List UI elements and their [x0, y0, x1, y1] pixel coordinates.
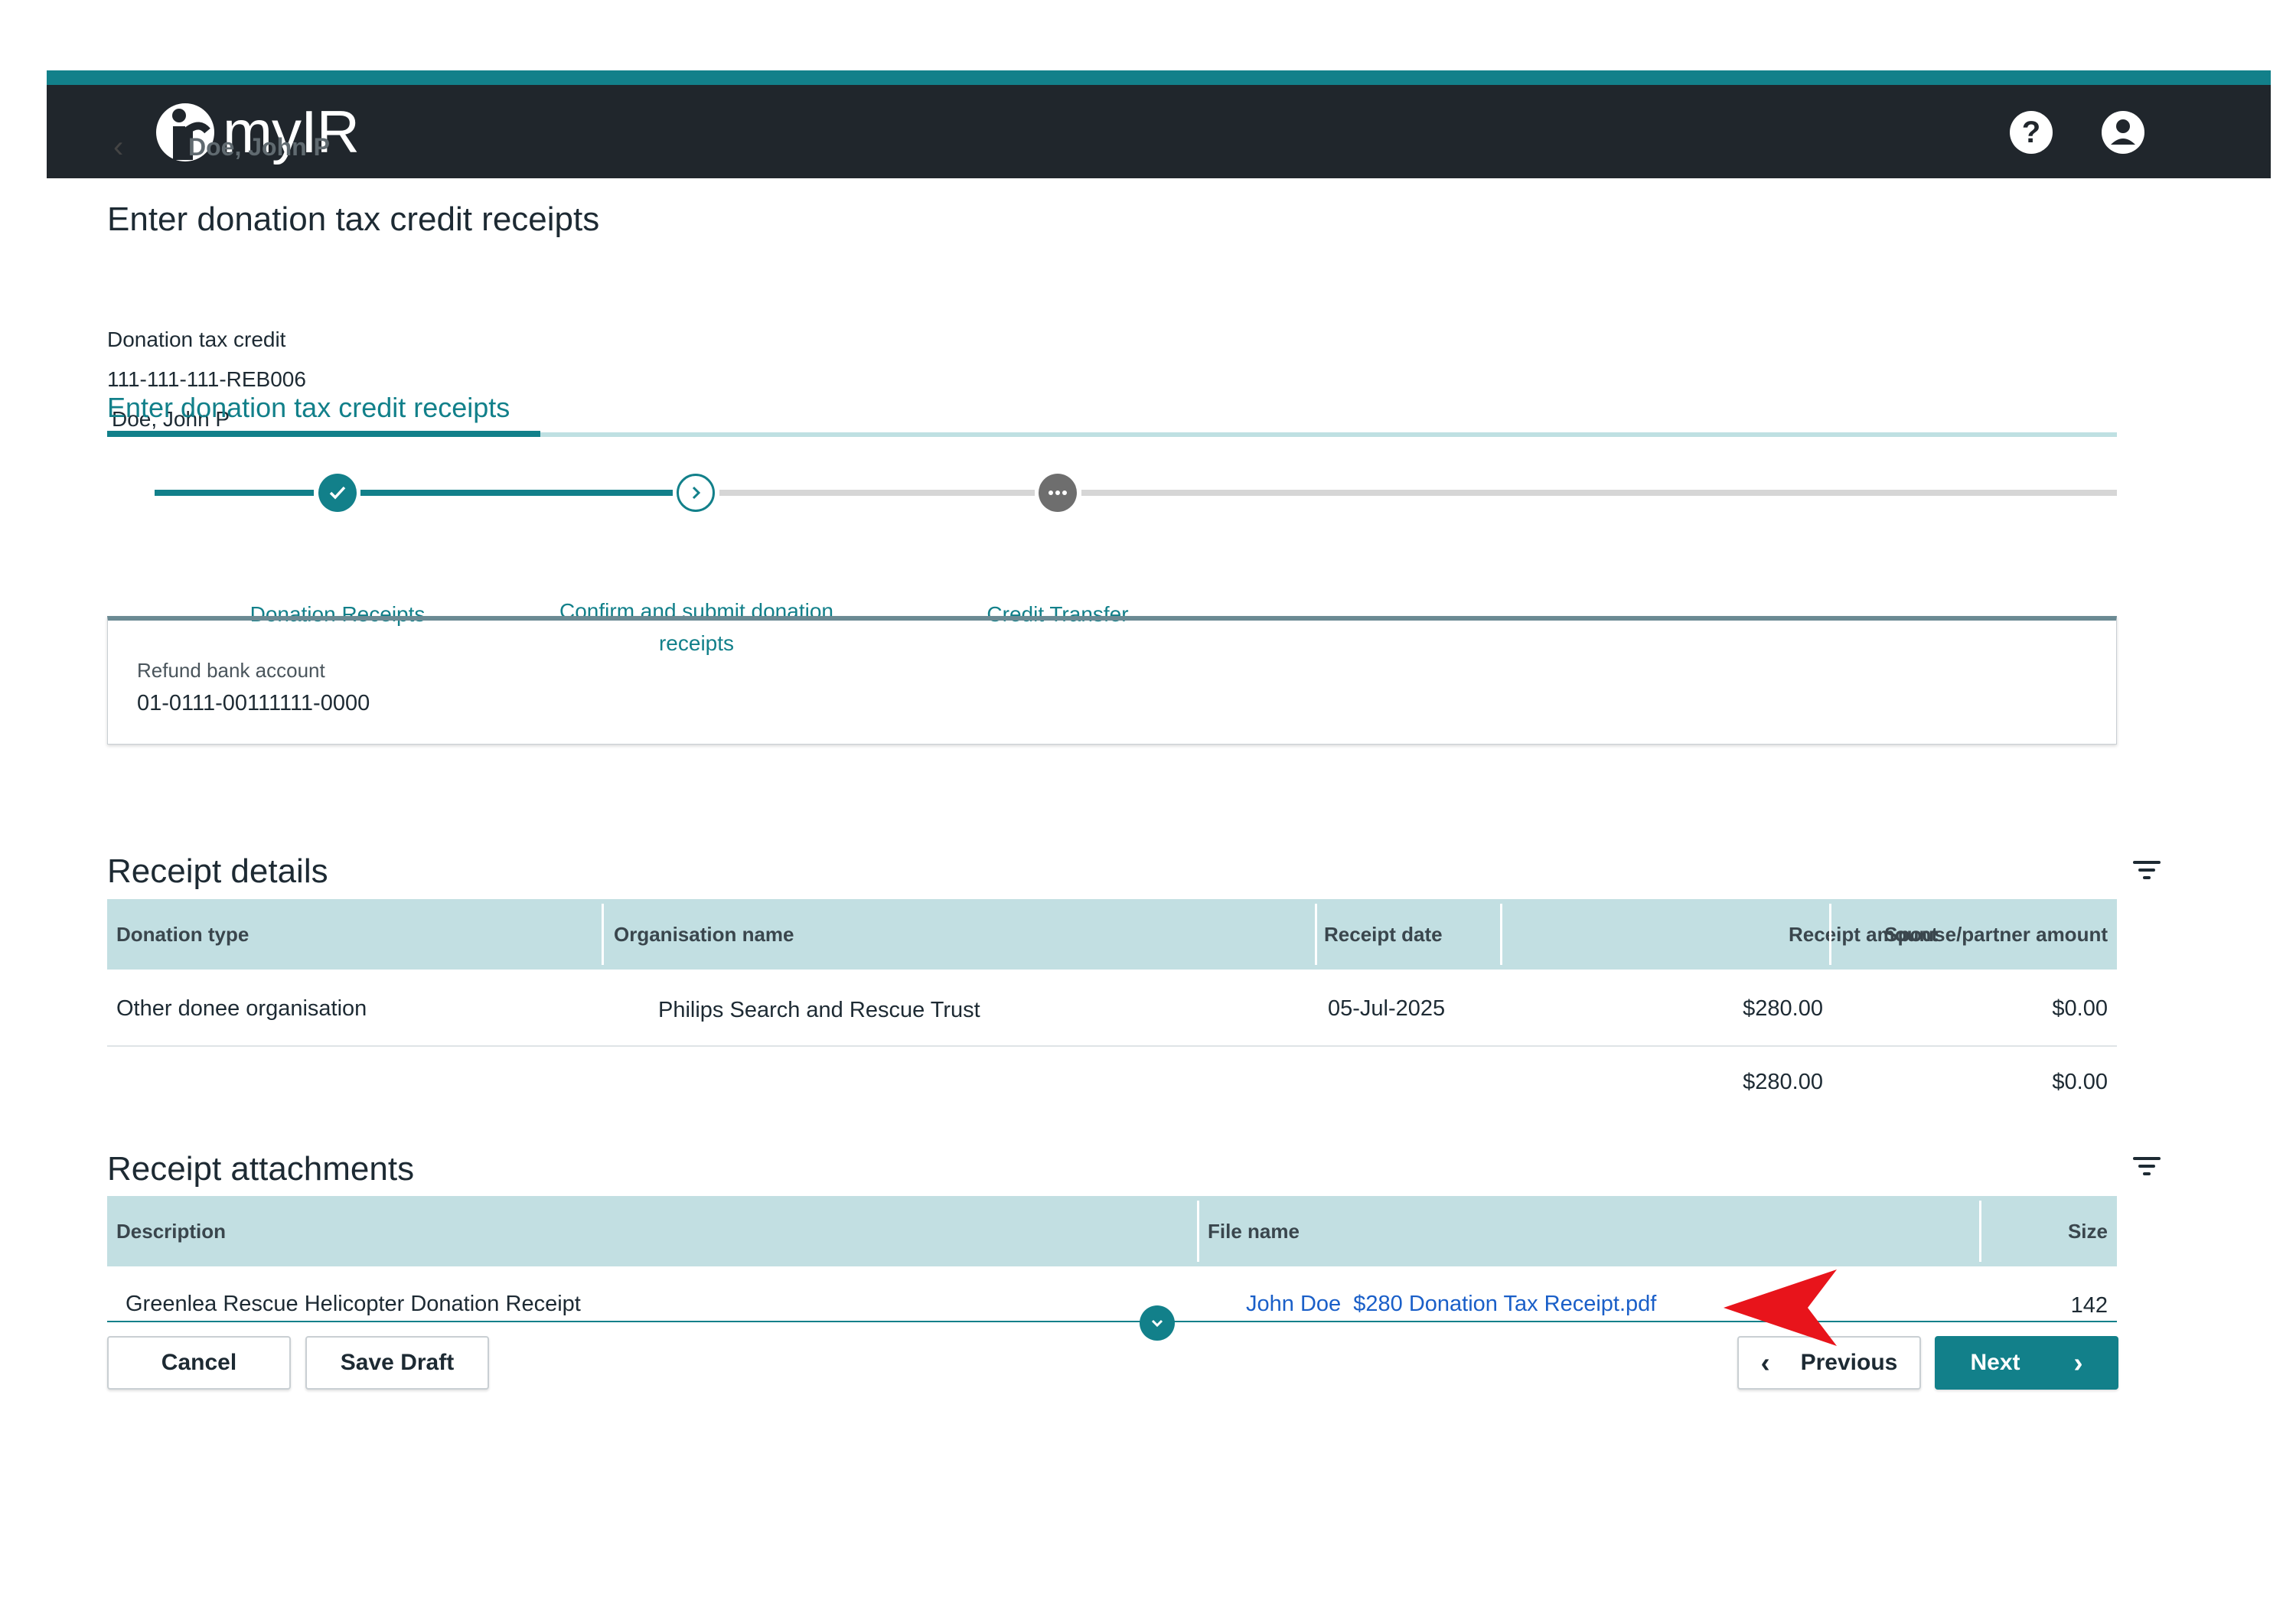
total-receipt-amount: $280.00 — [1743, 1070, 1823, 1094]
column-header-description[interactable]: Description — [116, 1196, 226, 1266]
page-reference: 111-111-111-REB006 — [107, 367, 306, 391]
header-accent-bar — [47, 70, 2271, 85]
column-header-size[interactable]: Size — [1990, 1196, 2108, 1266]
cell-organisation-name: Philips Search and Rescue Trust — [658, 998, 980, 1022]
refund-bank-value: 01-0111-00111111-0000 — [137, 691, 370, 715]
receipt-attachments-title: Receipt attachments — [107, 1150, 415, 1188]
more-horizontal-icon[interactable] — [1039, 474, 1077, 512]
cell-receipt-amount: $280.00 — [1743, 996, 1823, 1021]
column-header-donation-type[interactable]: Donation type — [116, 899, 249, 970]
column-header-organisation-name[interactable]: Organisation name — [614, 899, 794, 970]
check-icon[interactable] — [318, 474, 357, 512]
cell-size: 142 — [2070, 1293, 2108, 1318]
step-connector — [360, 490, 673, 496]
next-button-label: Next — [1970, 1350, 2020, 1375]
cancel-button[interactable]: Cancel — [107, 1336, 291, 1390]
step-connector — [155, 490, 314, 496]
page-title: Enter donation tax credit receipts — [107, 200, 600, 238]
header-bar: myIR ? — [47, 85, 2271, 178]
step-connector — [1081, 490, 2117, 496]
refund-bank-label: Refund bank account — [137, 659, 325, 682]
next-button[interactable]: Next › — [1935, 1336, 2118, 1390]
step-connector — [719, 490, 1035, 496]
row-divider — [107, 1045, 2117, 1047]
page-subtitle: Donation tax credit — [107, 328, 286, 351]
breadcrumb-customer-name: Doe, John P — [188, 133, 330, 161]
column-header-receipt-date[interactable]: Receipt date — [1324, 899, 1443, 970]
column-header-spouse-amount[interactable]: Spouse/partner amount — [1841, 899, 2108, 970]
receipt-details-title: Receipt details — [107, 852, 328, 890]
tab-underline-active — [107, 431, 540, 437]
chevron-left-icon[interactable]: ‹ — [113, 130, 144, 165]
filter-icon[interactable] — [2133, 861, 2161, 882]
chevron-right-icon: › — [2073, 1347, 2083, 1378]
save-draft-button[interactable]: Save Draft — [305, 1336, 489, 1390]
chevron-down-icon[interactable] — [1140, 1305, 1175, 1341]
red-arrow-annotation-icon — [1724, 1269, 1837, 1346]
receipt-attachments-header: Description File name Size — [107, 1196, 2117, 1266]
previous-button-label: Previous — [1800, 1350, 1898, 1375]
chevron-right-icon[interactable] — [677, 474, 715, 512]
account-icon-graphic — [2111, 119, 2135, 145]
receipt-details-header: Donation type Organisation name Receipt … — [107, 899, 2117, 970]
file-name-link[interactable]: John Doe $280 Donation Tax Receipt.pdf — [1246, 1292, 1656, 1317]
cell-description: Greenlea Rescue Helicopter Donation Rece… — [126, 1292, 581, 1316]
cell-spouse-amount: $0.00 — [2052, 996, 2108, 1021]
breadcrumb: ‹ Doe, John P — [113, 130, 330, 165]
tab-enter-receipts[interactable]: Enter donation tax credit receipts — [107, 392, 510, 424]
total-spouse-amount: $0.00 — [2052, 1070, 2108, 1094]
cell-donation-type: Other donee organisation — [116, 996, 367, 1021]
chevron-left-icon: ‹ — [1760, 1347, 1770, 1378]
account-circle-icon[interactable] — [2102, 111, 2144, 154]
column-header-file-name[interactable]: File name — [1208, 1196, 1300, 1266]
refund-bank-card: Refund bank account 01-0111-00111111-000… — [107, 616, 2117, 745]
help-circle-icon[interactable]: ? — [2010, 111, 2053, 154]
cell-receipt-date: 05-Jul-2025 — [1328, 996, 1446, 1021]
filter-icon[interactable] — [2133, 1157, 2161, 1178]
